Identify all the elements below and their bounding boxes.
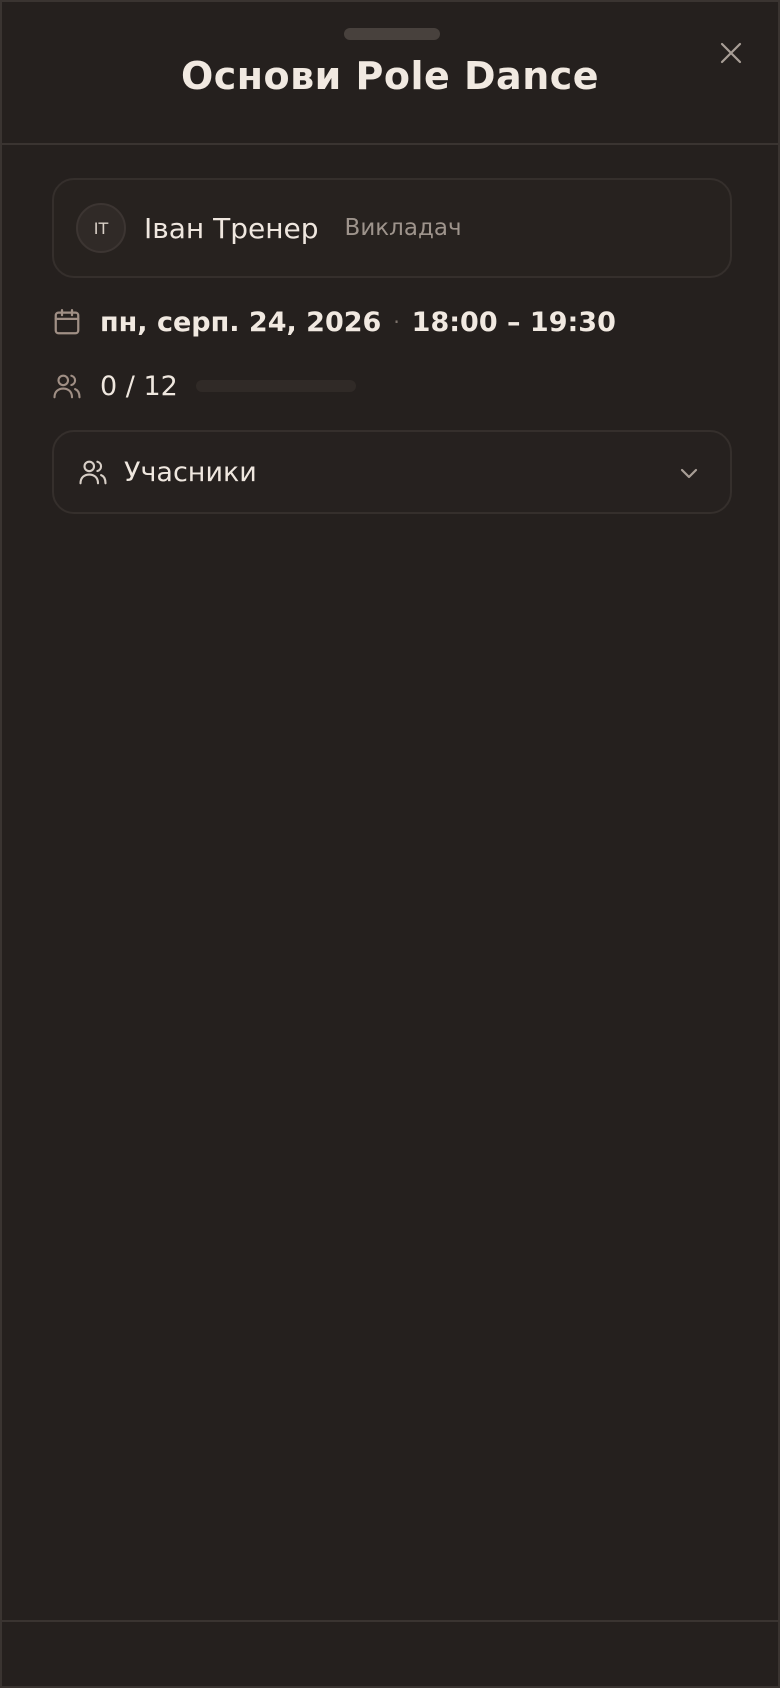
- footer-divider: [2, 1620, 778, 1622]
- capacity-progress-bar: [195, 380, 356, 392]
- capacity-row: 0 / 12: [52, 366, 356, 406]
- teacher-name: Іван Тренер: [144, 211, 319, 245]
- chevron-down-icon: [680, 468, 698, 479]
- teacher-card: IT Іван Тренер Викладач: [52, 178, 732, 278]
- page-title: Основи Pole Dance: [180, 54, 600, 98]
- date-time-separator: ·: [393, 310, 400, 334]
- event-time: 18:00 – 19:30: [411, 306, 616, 338]
- calendar-icon: [54, 309, 80, 335]
- capacity-count: 0 / 12: [100, 370, 178, 402]
- users-icon: [53, 374, 81, 399]
- event-details-sheet: Основи Pole Dance IT Іван Тренер Виклада…: [0, 0, 780, 1688]
- drag-handle[interactable]: [344, 28, 440, 40]
- teacher-role: Викладач: [344, 215, 462, 241]
- avatar: IT: [76, 203, 126, 253]
- close-button[interactable]: [712, 34, 750, 72]
- event-date: пн, серп. 24, 2026: [100, 306, 382, 338]
- participants-accordion[interactable]: Учасники: [52, 430, 732, 514]
- header-divider: [2, 143, 778, 145]
- schedule-row: пн, серп. 24, 2026 · 18:00 – 19:30: [52, 302, 616, 342]
- users-icon: [79, 460, 107, 485]
- close-icon: [720, 42, 742, 64]
- participants-toggle[interactable]: [674, 458, 704, 488]
- participants-label: Учасники: [124, 456, 257, 488]
